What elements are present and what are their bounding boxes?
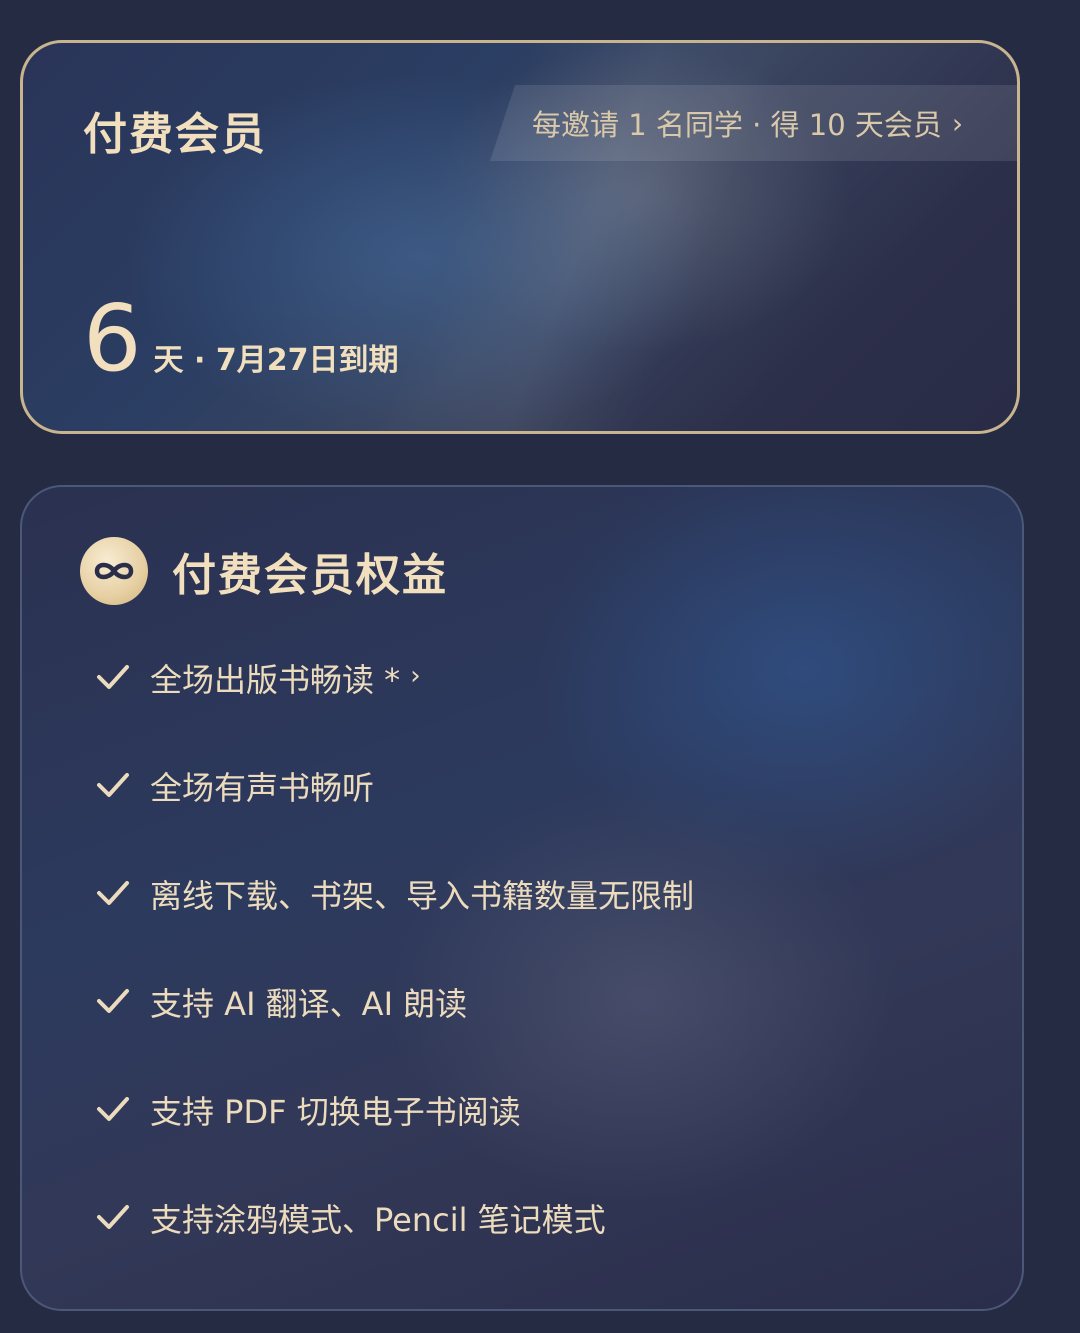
membership-status-card: 付费会员 每邀请 1 名同学 · 得 10 天会员 › 6 天 · 7月27日到… [20, 40, 1020, 434]
benefit-label: 支持 AI 翻译、AI 朗读 [150, 985, 468, 1023]
chevron-right-icon: › [951, 106, 964, 140]
invite-friends-banner[interactable]: 每邀请 1 名同学 · 得 10 天会员 › [490, 85, 1017, 161]
checkmark-icon [97, 989, 129, 1013]
checkmark-icon [97, 1097, 129, 1121]
benefit-list: 全场出版书畅读 * › 全场有声书畅听 离线下载、书架、导入书籍数量无限制 支持… [96, 655, 694, 1303]
benefit-item-ai: 支持 AI 翻译、AI 朗读 [96, 979, 694, 1087]
checkmark-icon [97, 1205, 129, 1229]
membership-benefits-card: 付费会员权益 全场出版书畅读 * › 全场有声书畅听 离线下载、书架、导入书籍数… [20, 485, 1024, 1311]
benefit-item-pencil: 支持涂鸦模式、Pencil 笔记模式 [96, 1195, 694, 1303]
checkmark-icon [97, 881, 129, 905]
benefit-label: 全场有声书畅听 [150, 769, 375, 807]
benefits-title: 付费会员权益 [172, 550, 448, 601]
chevron-right-icon: › [410, 661, 421, 691]
benefit-label: 离线下载、书架、导入书籍数量无限制 [150, 877, 695, 915]
benefit-item-unlimited: 离线下载、书架、导入书籍数量无限制 [96, 871, 694, 979]
checkmark-icon [97, 773, 129, 797]
benefit-item-pdf: 支持 PDF 切换电子书阅读 [96, 1087, 694, 1195]
benefit-item-audiobooks: 全场有声书畅听 [96, 763, 694, 871]
benefit-item-ebooks[interactable]: 全场出版书畅读 * › [96, 655, 694, 763]
infinity-icon [80, 537, 148, 605]
benefit-label: 支持涂鸦模式、Pencil 笔记模式 [150, 1201, 606, 1239]
days-remaining-number: 6 [83, 285, 142, 392]
expiry-date-text: 天 · 7月27日到期 [153, 343, 399, 378]
benefit-label: 支持 PDF 切换电子书阅读 [150, 1093, 521, 1131]
remaining-days: 6 天 · 7月27日到期 [83, 293, 398, 385]
benefit-label: 全场出版书畅读 * [150, 661, 401, 699]
invite-banner-label: 每邀请 1 名同学 · 得 10 天会员 [532, 108, 942, 142]
checkmark-icon [97, 665, 129, 689]
benefits-header: 付费会员权益 [80, 537, 448, 605]
membership-title: 付费会员 [83, 109, 267, 160]
